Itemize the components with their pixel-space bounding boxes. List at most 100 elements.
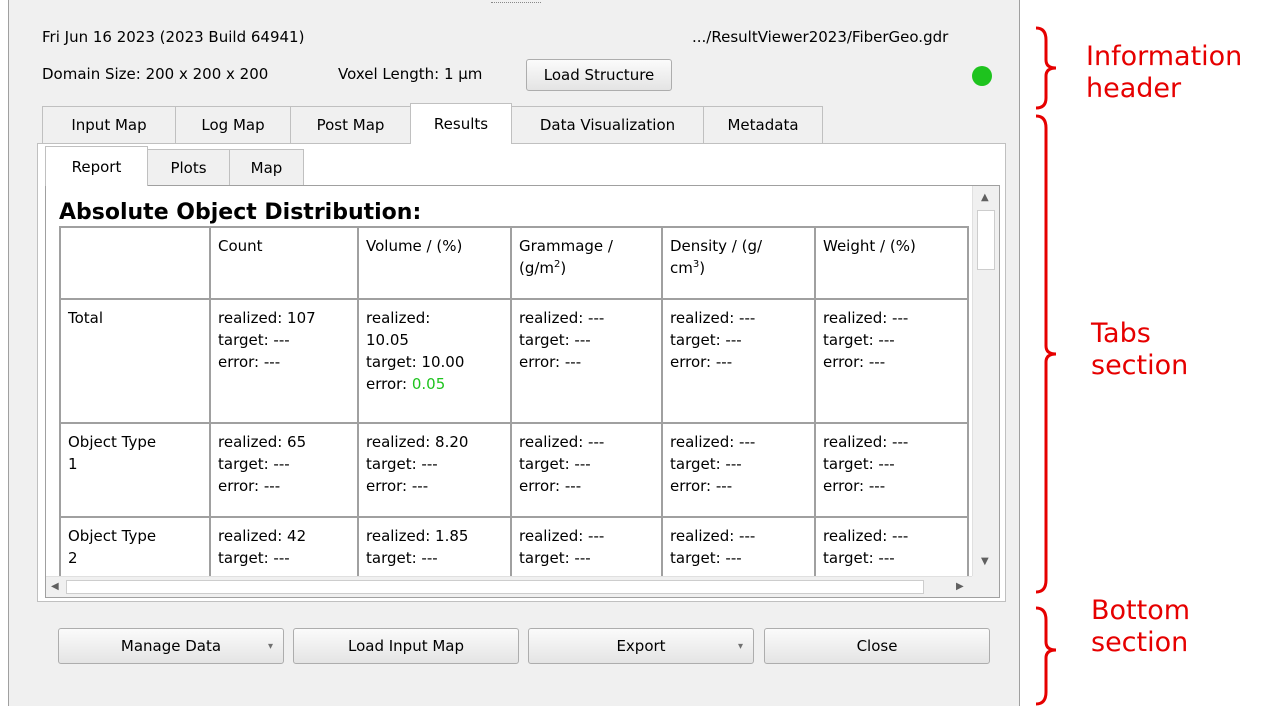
header-cell-count: Count bbox=[209, 226, 359, 300]
vertical-scrollbar[interactable]: ▲ ▼ bbox=[972, 186, 999, 576]
total-weight-realized: realized: --- bbox=[823, 309, 909, 327]
type1-grammage-realized: realized: --- bbox=[519, 433, 605, 451]
tab-input-map[interactable]: Input Map bbox=[42, 106, 176, 143]
load-structure-button[interactable]: Load Structure bbox=[526, 59, 672, 91]
total-volume-error-label: error: bbox=[366, 375, 412, 393]
header-count-text: Count bbox=[218, 237, 263, 255]
type1-label-line1: Object Type bbox=[68, 433, 157, 451]
export-label: Export bbox=[616, 637, 666, 655]
info-bracket bbox=[1035, 26, 1057, 110]
type2-count-cell: realized: 42 target: --- bbox=[209, 516, 359, 576]
grammage-close: ) bbox=[560, 259, 567, 277]
type2-volume-realized: realized: 1.85 bbox=[366, 527, 469, 545]
annotation-tabs-line2: section bbox=[1091, 350, 1189, 381]
total-count-realized: realized: 107 bbox=[218, 309, 316, 327]
bottom-bracket bbox=[1035, 606, 1057, 706]
total-density-error: error: --- bbox=[670, 353, 733, 371]
total-volume-target: target: 10.00 bbox=[366, 353, 465, 371]
total-volume-realized-value: 10.05 bbox=[366, 331, 409, 349]
type2-volume-target: target: --- bbox=[366, 549, 438, 567]
tab-post-map[interactable]: Post Map bbox=[290, 106, 411, 143]
total-grammage-error: error: --- bbox=[519, 353, 582, 371]
type2-weight-realized: realized: --- bbox=[823, 527, 909, 545]
scroll-left-icon[interactable]: ◀ bbox=[51, 581, 59, 592]
scroll-up-icon[interactable]: ▲ bbox=[981, 192, 989, 203]
type2-weight-target: target: --- bbox=[823, 549, 895, 567]
subtab-report[interactable]: Report bbox=[45, 146, 148, 186]
grammage-unit: (g/m bbox=[519, 259, 555, 277]
load-input-map-button[interactable]: Load Input Map bbox=[293, 628, 519, 664]
type1-count-cell: realized: 65 target: --- error: --- bbox=[209, 422, 359, 518]
type1-volume-error: error: --- bbox=[366, 477, 429, 495]
scroll-right-icon[interactable]: ▶ bbox=[956, 581, 964, 592]
tab-results[interactable]: Results bbox=[410, 103, 512, 144]
header-density-line2: cm3) bbox=[670, 257, 807, 279]
header-cell-weight: Weight / (%) bbox=[814, 226, 969, 300]
resize-grip[interactable] bbox=[491, 2, 541, 6]
type1-weight-target: target: --- bbox=[823, 455, 895, 473]
tab-data-visualization[interactable]: Data Visualization bbox=[511, 106, 704, 143]
horizontal-scroll-thumb[interactable] bbox=[66, 580, 924, 594]
total-grammage-target: target: --- bbox=[519, 331, 591, 349]
domain-size-label: Domain Size: 200 x 200 x 200 bbox=[42, 65, 269, 83]
header-cell-empty bbox=[59, 226, 211, 300]
file-path-label: .../ResultViewer2023/FiberGeo.gdr bbox=[692, 28, 949, 46]
manage-data-label: Manage Data bbox=[120, 637, 222, 655]
header-cell-density: Density / (g/cm3) bbox=[661, 226, 816, 300]
type1-weight-realized: realized: --- bbox=[823, 433, 909, 451]
export-button[interactable]: Export ▾ bbox=[528, 628, 754, 664]
annotation-tabs-line1: Tabs bbox=[1091, 318, 1151, 349]
annotation-tabs-section: Tabs section bbox=[1091, 318, 1188, 382]
tab-log-map[interactable]: Log Map bbox=[175, 106, 291, 143]
type2-count-target: target: --- bbox=[218, 549, 290, 567]
type2-grammage-cell: realized: --- target: --- bbox=[510, 516, 663, 576]
annotation-bottom-section: Bottom section bbox=[1091, 595, 1190, 659]
total-volume-error-value: 0.05 bbox=[411, 375, 446, 393]
tab-metadata[interactable]: Metadata bbox=[703, 106, 823, 143]
subtab-map[interactable]: Map bbox=[229, 149, 304, 185]
total-density-realized: realized: --- bbox=[670, 309, 756, 327]
type1-weight-cell: realized: --- target: --- error: --- bbox=[814, 422, 969, 518]
close-button[interactable]: Close bbox=[764, 628, 990, 664]
type1-density-error: error: --- bbox=[670, 477, 733, 495]
type2-density-cell: realized: --- target: --- bbox=[661, 516, 816, 576]
type1-grammage-target: target: --- bbox=[519, 455, 591, 473]
header-weight-text: Weight / (%) bbox=[823, 237, 916, 255]
type2-label-line2: 2 bbox=[68, 549, 78, 567]
annotation-info-line2: header bbox=[1086, 73, 1182, 104]
type1-count-target: target: --- bbox=[218, 455, 290, 473]
annotation-bottom-line2: section bbox=[1091, 627, 1189, 658]
vertical-scroll-thumb[interactable] bbox=[977, 210, 995, 270]
date-build-label: Fri Jun 16 2023 (2023 Build 64941) bbox=[42, 28, 305, 46]
type1-volume-target: target: --- bbox=[366, 455, 438, 473]
type2-grammage-realized: realized: --- bbox=[519, 527, 605, 545]
density-unit: cm bbox=[670, 259, 693, 277]
type2-volume-cell: realized: 1.85 target: --- bbox=[357, 516, 512, 576]
tabs-bracket bbox=[1035, 114, 1057, 594]
type1-count-error: error: --- bbox=[218, 477, 281, 495]
type1-density-cell: realized: --- target: --- error: --- bbox=[661, 422, 816, 518]
table-header-row: Count Volume / (%) Grammage / (g/m2) Dens… bbox=[59, 226, 969, 300]
type2-weight-cell: realized: --- target: --- bbox=[814, 516, 969, 576]
type2-count-realized: realized: 42 bbox=[218, 527, 307, 545]
header-cell-grammage: Grammage / (g/m2) bbox=[510, 226, 663, 300]
chevron-down-icon: ▾ bbox=[737, 640, 743, 652]
total-grammage-realized: realized: --- bbox=[519, 309, 605, 327]
type1-grammage-error: error: --- bbox=[519, 477, 582, 495]
total-weight-cell: realized: --- target: --- error: --- bbox=[814, 298, 969, 424]
type2-density-realized: realized: --- bbox=[670, 527, 756, 545]
total-volume-error-line: error: 0.05 bbox=[366, 373, 503, 395]
type1-grammage-cell: realized: --- target: --- error: --- bbox=[510, 422, 663, 518]
type2-label-line1: Object Type bbox=[68, 527, 157, 545]
total-count-target: target: --- bbox=[218, 331, 290, 349]
type1-density-realized: realized: --- bbox=[670, 433, 756, 451]
horizontal-scrollbar[interactable]: ◀ ▶ bbox=[46, 576, 972, 597]
subtab-plots[interactable]: Plots bbox=[147, 149, 230, 185]
annotation-info-line1: Information bbox=[1086, 41, 1243, 72]
type1-weight-error: error: --- bbox=[823, 477, 886, 495]
total-density-cell: realized: --- target: --- error: --- bbox=[661, 298, 816, 424]
report-view: Absolute Object Distribution: Count Volu… bbox=[46, 186, 972, 576]
scroll-down-icon[interactable]: ▼ bbox=[981, 556, 989, 567]
manage-data-button[interactable]: Manage Data ▾ bbox=[58, 628, 284, 664]
table-row: Object Type 2 realized: 42 target: --- rea… bbox=[59, 516, 969, 576]
